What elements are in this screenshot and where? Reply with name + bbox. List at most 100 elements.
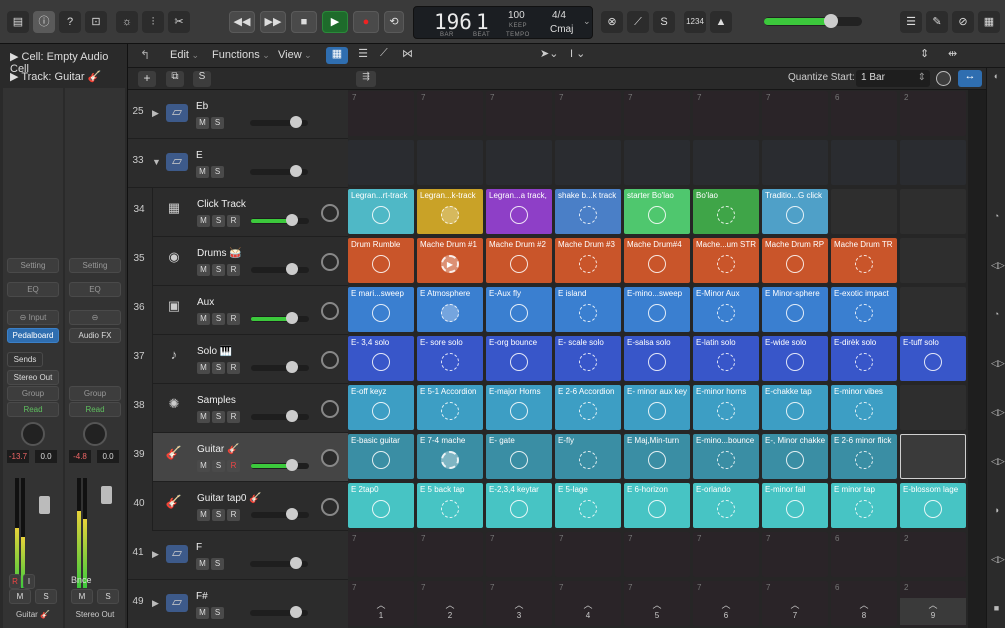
add-track-button[interactable]: +: [138, 71, 156, 87]
disclosure-right-icon[interactable]: ▶: [152, 549, 159, 560]
browsers-icon[interactable]: ▦: [978, 11, 1000, 33]
smart-controls-icon[interactable]: ☼: [116, 11, 138, 33]
volume-slider[interactable]: [251, 214, 309, 226]
toolbar-icon[interactable]: ⊡: [85, 11, 107, 33]
lcd-display[interactable]: 196 1 BAR BEAT 100 KEEP TEMPO 4/4 Cmaj ⌄: [413, 6, 593, 39]
strip1-mute-button[interactable]: M: [9, 589, 31, 604]
solo-button[interactable]: S: [212, 313, 225, 325]
empty-cell-slot[interactable]: [348, 140, 414, 185]
volume-knob[interactable]: [285, 459, 298, 471]
functions-menu[interactable]: Functions: [212, 49, 270, 61]
loop-cell[interactable]: Bo'lao: [693, 189, 759, 234]
empty-cell-slot[interactable]: 7: [762, 91, 828, 136]
loop-cell[interactable]: E 2-6 Accordion: [555, 385, 621, 430]
volume-slider[interactable]: [251, 508, 309, 520]
track-row[interactable]: 33 ▼ ▱ E M S: [128, 139, 348, 188]
empty-cell-slot[interactable]: 7: [486, 91, 552, 136]
loop-cell[interactable]: E Atmosphere: [417, 287, 483, 332]
empty-cell-slot[interactable]: 7: [693, 532, 759, 577]
play-button[interactable]: ▶: [322, 11, 348, 33]
empty-cell-slot[interactable]: 7: [348, 91, 414, 136]
strip1-setting-button[interactable]: Setting: [7, 258, 59, 273]
track-row[interactable]: 36 ▣ Aux M S R: [133, 286, 348, 335]
pan-knob[interactable]: [321, 449, 339, 467]
record-enable-button[interactable]: R: [227, 509, 240, 521]
tuner-icon[interactable]: ⟋: [627, 11, 649, 33]
scene-trigger-icon[interactable]: ⇶: [356, 71, 376, 87]
lcd-chevron-icon[interactable]: ⌄: [583, 16, 591, 27]
editors-icon[interactable]: ✂: [168, 11, 190, 33]
loop-cell[interactable]: E Maj,Min-turn: [624, 434, 690, 479]
edit-menu[interactable]: Edit: [170, 49, 199, 61]
record-enable-button[interactable]: R: [227, 264, 240, 276]
loop-cell[interactable]: Mache Drum TR: [831, 238, 897, 283]
empty-cell-slot[interactable]: 2: [900, 532, 966, 577]
volume-slider[interactable]: [251, 410, 309, 422]
loop-cell[interactable]: E- 3,4 solo: [348, 336, 414, 381]
strip2-plugin-slot[interactable]: Audio FX: [69, 328, 121, 343]
volume-knob[interactable]: [290, 606, 302, 618]
scene-trigger[interactable]: ︿ 3: [486, 598, 552, 625]
solo-button[interactable]: S: [212, 264, 225, 276]
mute-button[interactable]: M: [197, 264, 210, 276]
strip2-pan-knob[interactable]: [83, 422, 107, 446]
play-from-icon[interactable]: ◁▷: [991, 456, 1005, 467]
volume-slider[interactable]: [251, 263, 309, 275]
solo-button[interactable]: S: [212, 509, 225, 521]
loop-cell[interactable]: E-minor vibes: [831, 385, 897, 430]
library-icon[interactable]: ▤: [7, 11, 29, 33]
automation-icon[interactable]: ⟋: [380, 47, 388, 60]
volume-slider[interactable]: [251, 361, 309, 373]
volume-slider[interactable]: [251, 459, 309, 471]
mute-button[interactable]: M: [197, 313, 210, 325]
view-menu[interactable]: View: [278, 49, 312, 61]
scene-trigger[interactable]: ︿ 7: [762, 598, 828, 625]
loop-cell[interactable]: Mache...um STR: [693, 238, 759, 283]
global-solo-icon[interactable]: S: [193, 71, 211, 87]
loop-cell[interactable]: E 2-6 minor flick: [831, 434, 897, 479]
rewind-button[interactable]: ◀◀: [229, 11, 255, 33]
loop-cell[interactable]: E- minor aux key: [624, 385, 690, 430]
empty-cell-slot[interactable]: [417, 140, 483, 185]
empty-cell-slot[interactable]: [900, 140, 966, 185]
loop-cell[interactable]: E 5 back tap: [417, 483, 483, 528]
loop-cell[interactable]: E-major Horns: [486, 385, 552, 430]
track-queue-icon[interactable]: ◔: [991, 211, 1002, 222]
volume-knob[interactable]: [290, 116, 302, 128]
loop-cell[interactable]: E 2tap0: [348, 483, 414, 528]
volume-knob[interactable]: [285, 263, 298, 275]
strip1-volume-fader[interactable]: [39, 496, 50, 514]
play-from-icon[interactable]: ◁▷: [991, 260, 1005, 271]
empty-cell-slot[interactable]: [900, 238, 966, 283]
list-editors-icon[interactable]: ☰: [900, 11, 922, 33]
loop-cell[interactable]: E-off keyz: [348, 385, 414, 430]
strip2-automation-button[interactable]: Read: [69, 402, 121, 417]
loop-cell[interactable]: E-fly: [555, 434, 621, 479]
volume-knob[interactable]: [285, 312, 298, 324]
notepad-icon[interactable]: ✎: [926, 11, 948, 33]
track-row[interactable]: 34 ▦ Click Track M S R: [133, 188, 348, 237]
mute-button[interactable]: M: [196, 558, 209, 570]
loop-cell[interactable]: Legran...k-track: [417, 189, 483, 234]
solo-button[interactable]: S: [212, 215, 225, 227]
horizontal-zoom-icon[interactable]: ⇹: [948, 47, 957, 60]
scene-trigger[interactable]: ︿ 1: [348, 598, 414, 625]
strip2-link-button[interactable]: ⊖: [69, 310, 121, 325]
empty-cell-slot[interactable]: [900, 189, 966, 234]
record-enable-button[interactable]: R: [227, 362, 240, 374]
loop-cell[interactable]: E-, Minor chakke: [762, 434, 828, 479]
track-row[interactable]: 38 ✺ Samples M S R: [133, 384, 348, 433]
empty-cell-slot[interactable]: 7: [555, 532, 621, 577]
queue-icon[interactable]: ◐: [991, 71, 1002, 82]
record-enable-button[interactable]: R: [227, 215, 240, 227]
track-row[interactable]: 25 ▶ ▱ Eb M S: [128, 90, 348, 139]
solo-button[interactable]: S: [211, 117, 224, 129]
follow-icon[interactable]: ↔: [958, 70, 982, 87]
loop-cell[interactable]: Mache Drum #2: [486, 238, 552, 283]
strip1-record-button[interactable]: R: [9, 574, 21, 589]
stop-button[interactable]: ■: [291, 11, 317, 33]
loop-cell[interactable]: E 5-1 Accordion: [417, 385, 483, 430]
loop-cell[interactable]: E-salsa solo: [624, 336, 690, 381]
volume-slider[interactable]: [250, 606, 308, 618]
strip2-volume-fader[interactable]: [101, 486, 112, 504]
